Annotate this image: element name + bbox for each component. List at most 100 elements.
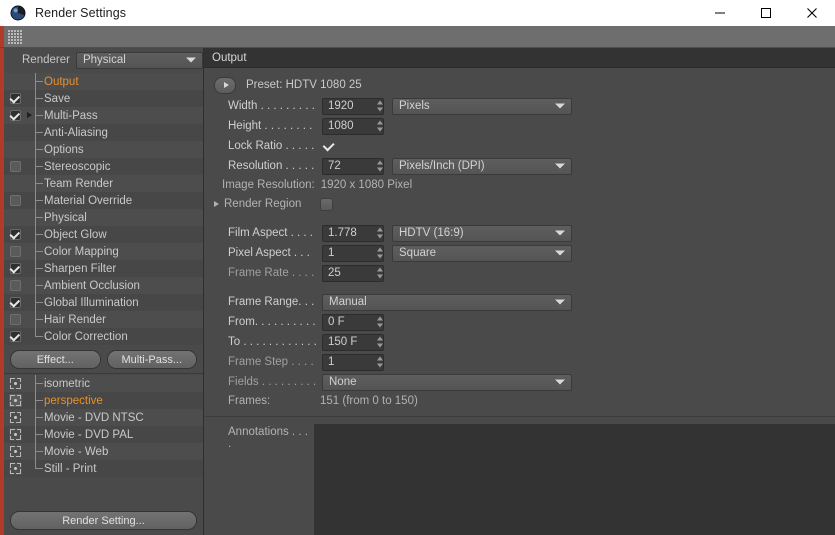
sidebar-item-hair-render[interactable]: Hair Render [4,311,203,328]
from-label: From. . . . . . . . . . [228,316,316,328]
expand-triangle-icon[interactable] [27,112,32,118]
frame-rate-stepper[interactable] [372,267,383,279]
sidebar-item-label: Material Override [44,194,133,207]
from-value: 0 F [328,316,345,328]
width-unit-dropdown[interactable]: Pixels [392,97,572,115]
film-aspect-input[interactable]: 1.778 [322,224,384,242]
sidebar-item-physical[interactable]: Physical [4,209,203,226]
sidebar-item-stereoscopic[interactable]: Stereoscopic [4,158,203,175]
sidebar-item-save[interactable]: Save [4,90,203,107]
frame-range-label: Frame Range. . . [228,296,315,308]
multipass-button[interactable]: Multi-Pass... [106,350,197,369]
expand-triangle-icon[interactable] [214,201,219,207]
frames-label: Frames: [228,395,271,407]
resolution-unit-value: Pixels/Inch (DPI) [399,160,485,172]
close-icon[interactable] [789,0,835,26]
to-input[interactable]: 150 F [322,333,384,351]
preset-item-movie-dvd-pal[interactable]: Movie - DVD PAL [4,426,203,443]
pixel-aspect-stepper[interactable] [372,247,383,259]
minimize-icon[interactable] [697,0,743,26]
effect-button[interactable]: Effect... [10,350,101,369]
row-checkbox-cell [4,314,26,325]
preset-item-movie-web[interactable]: Movie - Web [4,443,203,460]
enable-checkbox[interactable] [9,314,21,325]
annotations-textarea[interactable] [314,424,835,535]
sidebar-item-ambient-occlusion[interactable]: Ambient Occlusion [4,277,203,294]
maximize-icon[interactable] [743,0,789,26]
height-value: 1080 [328,120,354,132]
to-stepper[interactable] [372,336,383,348]
preset-item-still-print[interactable]: Still - Print [4,460,203,477]
height-input[interactable]: 1080 [322,117,384,135]
row-checkbox-cell [4,161,26,172]
enable-checkbox[interactable] [9,297,21,308]
expand-preset-button[interactable] [214,76,236,94]
preset-item-label: Movie - DVD NTSC [44,411,144,424]
enable-checkbox[interactable] [9,229,21,240]
preset-item-perspective[interactable]: perspective [4,392,203,409]
sidebar-item-color-correction[interactable]: Color Correction [4,328,203,345]
tree-branch [26,141,56,158]
preset-icon-cell [4,428,26,441]
lock-ratio-checkbox[interactable] [322,140,335,153]
tree-branch [26,243,56,260]
resolution-stepper[interactable] [372,160,383,172]
enable-checkbox[interactable] [9,331,21,342]
sidebar-item-material-override[interactable]: Material Override [4,192,203,209]
resolution-unit-dropdown[interactable]: Pixels/Inch (DPI) [392,157,572,175]
preset-item-movie-dvd-ntsc[interactable]: Movie - DVD NTSC [4,409,203,426]
frame-step-stepper[interactable] [372,356,383,368]
renderer-dropdown[interactable]: Physical [75,51,203,69]
height-stepper[interactable] [372,120,383,132]
row-checkbox-cell [4,195,26,206]
enable-checkbox[interactable] [9,246,21,257]
enable-checkbox[interactable] [9,280,21,291]
sidebar-item-color-mapping[interactable]: Color Mapping [4,243,203,260]
width-stepper[interactable] [372,100,383,112]
pixel-aspect-input[interactable]: 1 [322,244,384,262]
preset-icon-cell [4,377,26,390]
row-checkbox-cell [4,127,26,138]
sidebar: Renderer Physical Output Save Multi-Pass An… [4,48,204,535]
enable-checkbox[interactable] [9,93,21,104]
drag-grip-handle[interactable] [8,29,22,44]
frame-rate-input[interactable]: 25 [322,264,384,282]
sidebar-item-output[interactable]: Output [4,73,203,90]
row-checkbox-cell [4,110,26,121]
frame-step-input[interactable]: 1 [322,353,384,371]
from-stepper[interactable] [372,316,383,328]
row-checkbox-cell [4,76,26,87]
to-label: To . . . . . . . . . . . . [228,336,317,348]
viewport-camera-icon [8,445,22,458]
sidebar-item-options[interactable]: Options [4,141,203,158]
sidebar-item-global-illumination[interactable]: Global Illumination [4,294,203,311]
sidebar-item-object-glow[interactable]: Object Glow [4,226,203,243]
enable-checkbox[interactable] [9,195,21,206]
sidebar-item-team-render[interactable]: Team Render [4,175,203,192]
window-titlebar: Render Settings [0,0,835,26]
sidebar-item-anti-aliasing[interactable]: Anti-Aliasing [4,124,203,141]
fields-dropdown[interactable]: None [322,373,572,391]
width-input[interactable]: 1920 [322,97,384,115]
resolution-row: Resolution . . . . . 72 Pixels/Inch (DPI… [204,156,835,176]
from-input[interactable]: 0 F [322,313,384,331]
enable-checkbox[interactable] [9,161,21,172]
frame-range-dropdown[interactable]: Manual [322,293,572,311]
row-checkbox-cell [4,144,26,155]
render-region-checkbox[interactable] [320,197,333,211]
render-setting-button[interactable]: Render Setting... [10,511,197,530]
sidebar-item-sharpen-filter[interactable]: Sharpen Filter [4,260,203,277]
fields-row: Fields . . . . . . . . . None [204,372,835,392]
film-aspect-stepper[interactable] [372,227,383,239]
sidebar-item-multi-pass[interactable]: Multi-Pass [4,107,203,124]
pixel-aspect-preset-dropdown[interactable]: Square [392,244,572,262]
sidebar-action-buttons: Effect... Multi-Pass... [4,345,203,373]
frames-row: Frames: 151 (from 0 to 150) [204,392,835,410]
preset-item-isometric[interactable]: isometric [4,375,203,392]
resolution-input[interactable]: 72 [322,157,384,175]
preset-row: Preset: HDTV 1080 25 [204,74,835,96]
enable-checkbox[interactable] [9,263,21,274]
film-aspect-preset-dropdown[interactable]: HDTV (16:9) [392,224,572,242]
enable-checkbox[interactable] [9,110,21,121]
